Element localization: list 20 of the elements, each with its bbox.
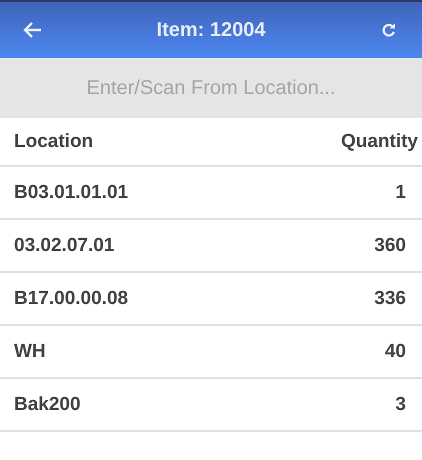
location-input-field[interactable]: Enter/Scan From Location...: [0, 58, 422, 118]
location-text: B03.01.01.01: [14, 182, 128, 204]
quantity-text: 336: [374, 288, 406, 310]
location-row[interactable]: B03.01.01.01 1: [0, 167, 422, 220]
quantity-text: 40: [384, 340, 406, 362]
location-row[interactable]: B17.00.00.08 336: [0, 273, 422, 326]
location-text: WH: [14, 340, 46, 362]
location-row[interactable]: Bak200 3: [0, 379, 422, 432]
screen-title: Item: 12004: [156, 18, 266, 42]
location-text: 03.02.07.01: [14, 234, 114, 256]
quantity-text: 360: [374, 234, 406, 256]
column-header: Quantity: [340, 130, 418, 152]
column-header: Location: [14, 130, 94, 152]
quantity-text: 3: [395, 394, 406, 416]
location-text: Bak200: [14, 394, 81, 416]
quantity-text: 1: [395, 182, 406, 204]
location-text: B17.00.00.08: [14, 288, 128, 310]
refresh-icon: [380, 21, 398, 39]
location-row[interactable]: WH 40: [0, 326, 422, 379]
location-row[interactable]: 03.02.07.01 360: [0, 220, 422, 273]
